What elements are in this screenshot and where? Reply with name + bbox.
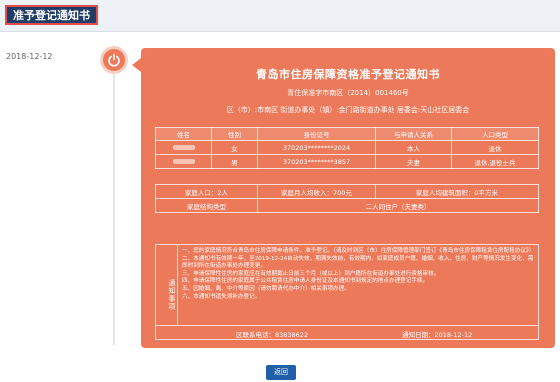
member-relation: 夫妻 [375, 154, 452, 169]
table-row: 男 370203********3857 夫妻 退休,退役士兵 [155, 154, 539, 169]
monthly-income: 家庭月人均收入：700元 [257, 184, 376, 199]
col-gender-header: 性别 [211, 127, 258, 141]
note-item: 二、本通知书有效期一年，至2019-12-24自动失效，期满失效前，有效期内，如… [182, 255, 534, 270]
redacted-name [172, 159, 195, 164]
member-id: 370203********3857 [257, 154, 376, 169]
timeline-line [113, 45, 115, 345]
note-item: 一、您的家庭情况符合青岛市住房保障申请条件，准予登记。（请及时到区（市）住房保障… [182, 248, 535, 254]
notes-footer: 区联系电话：83838622 通知日期：2018-12-12 [156, 325, 538, 340]
table-row: 女 370203********2024 本人 退休 [155, 140, 539, 155]
card-arrow [132, 58, 141, 72]
member-name-cell [155, 140, 212, 155]
table-header-row: 姓名 性别 身份证号 与申请人关系 人口类型 [155, 127, 539, 141]
timeline-node [100, 46, 128, 74]
member-relation: 本人 [375, 140, 452, 155]
contact-phone: 区联系电话：83838622 [236, 331, 309, 339]
summary-table: 家庭人口：2人 家庭月人均收入：700元 家庭人均建筑面积：0平方米 家庭结构类… [155, 184, 539, 213]
household-size: 家庭人口：2人 [155, 184, 258, 199]
member-name-cell [155, 154, 212, 169]
page-header: 准予登记通知书 [0, 0, 560, 32]
notes-heading: 通知事项 [156, 245, 178, 325]
per-capita-area: 家庭人均建筑面积：0平方米 [375, 184, 539, 199]
notice-date: 通知日期：2018-12-12 [402, 331, 473, 339]
notes-list: 一、您的家庭情况符合青岛市住房保障申请条件，准予登记。（请及时到区（市）住房保障… [182, 248, 536, 301]
structure-value: 二人同住户（夫妻类） [257, 198, 539, 213]
col-relation-header: 与申请人关系 [375, 127, 452, 141]
page: 准予登记通知书 2018-12-12 青岛市住房保障资格准予登记通知书 青住保准… [0, 0, 560, 382]
member-gender: 男 [211, 154, 258, 169]
redacted-name [172, 145, 195, 150]
member-type: 退休 [451, 140, 539, 155]
col-name-header: 姓名 [155, 127, 212, 141]
page-title: 准予登记通知书 [5, 5, 98, 25]
note-item: 六、本通知书遗失须补办登记。 [182, 293, 261, 300]
summary-row: 家庭人口：2人 家庭月人均收入：700元 家庭人均建筑面积：0平方米 [155, 184, 539, 199]
col-type-header: 人口类型 [451, 127, 539, 141]
member-gender: 女 [211, 140, 258, 155]
note-item: 五、因婚姻、离、中介等原因（请勿聘请代办中介）相关事项办理。 [182, 285, 350, 292]
members-table: 姓名 性别 身份证号 与申请人关系 人口类型 女 370203********2… [155, 127, 539, 169]
note-item: 四、申请保障性住房的家庭属于公共租赁住房申请人身份证及本通知书到规定的地点办理登… [182, 278, 429, 285]
district-line: 区（市）:市南区 街道办事处（镇）:金门路街道办事处 居委会:天山社区居委会 [226, 106, 470, 114]
structure-label: 家庭结构类型 [155, 198, 258, 213]
card-title: 青岛市住房保障资格准予登记通知书 [256, 68, 440, 81]
power-icon [108, 53, 120, 67]
timeline-date: 2018-12-12 [6, 52, 53, 61]
notice-card: 青岛市住房保障资格准予登记通知书 青住保准字市南区（2014）001460号 区… [141, 48, 555, 348]
notes-section: 通知事项 一、您的家庭情况符合青岛市住房保障申请条件，准予登记。（请及时到区（市… [155, 244, 539, 340]
member-type: 退休,退役士兵 [451, 154, 539, 169]
member-id: 370203********2024 [257, 140, 376, 155]
col-id-header: 身份证号 [257, 127, 376, 141]
summary-row: 家庭结构类型 二人同住户（夫妻类） [155, 198, 539, 213]
back-button[interactable]: 返回 [266, 365, 296, 380]
doc-number: 青住保准字市南区（2014）001460号 [287, 89, 409, 97]
